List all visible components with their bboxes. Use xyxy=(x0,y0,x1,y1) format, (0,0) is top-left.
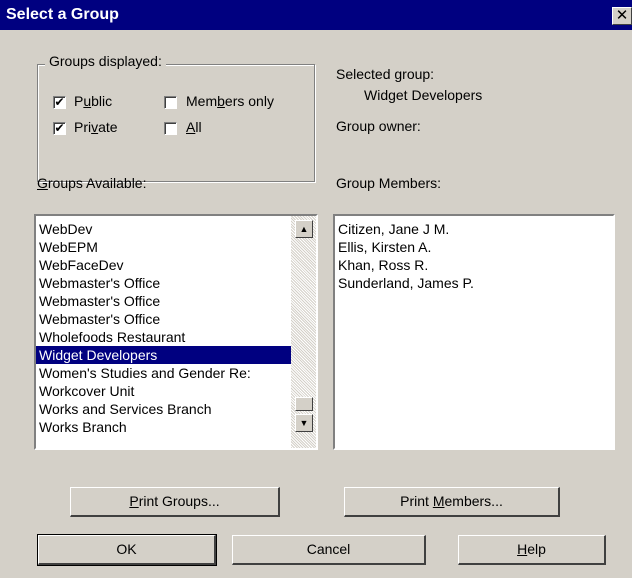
ok-button[interactable]: OK xyxy=(37,534,217,566)
member-list-item[interactable]: Ellis, Kirsten A. xyxy=(335,238,605,256)
print-groups-button[interactable]: Print Groups... xyxy=(70,487,280,517)
group-list-item[interactable]: Workcover Unit xyxy=(36,382,291,400)
all-checkbox[interactable] xyxy=(164,122,177,135)
public-checkbox[interactable]: ✔ xyxy=(53,96,66,109)
member-list-item[interactable]: Sunderland, James P. xyxy=(335,274,605,292)
check-icon: ✔ xyxy=(54,121,65,135)
group-members-label: Group Members: xyxy=(336,175,442,191)
private-label[interactable]: Private xyxy=(74,119,118,135)
scroll-down-button[interactable]: ▼ xyxy=(295,414,313,432)
members-only-label[interactable]: Members only xyxy=(186,93,274,109)
group-list-item[interactable]: Webmaster's Office xyxy=(36,310,291,328)
title-bar[interactable]: Select a Group xyxy=(0,0,632,30)
members-only-checkbox[interactable] xyxy=(164,96,177,109)
all-label[interactable]: All xyxy=(186,119,202,135)
group-list-item[interactable]: Webmaster's Office xyxy=(36,274,291,292)
groups-scrollbar[interactable]: ▲ ▼ xyxy=(291,216,316,448)
group-list-item[interactable]: Works and Services Branch xyxy=(36,400,291,418)
member-list-item[interactable]: Citizen, Jane J M. xyxy=(335,220,605,238)
group-list-item[interactable]: WebEPM xyxy=(36,238,291,256)
selected-group-value: Widget Developers xyxy=(364,87,483,103)
cancel-button[interactable]: Cancel xyxy=(232,535,426,565)
close-icon: ✕ xyxy=(615,7,629,24)
group-list-item[interactable]: WebDev xyxy=(36,220,291,238)
close-button[interactable]: ✕ xyxy=(612,7,632,25)
group-list-item[interactable]: Women's Studies and Gender Re: xyxy=(36,364,291,382)
groups-available-label: Groups Available: xyxy=(37,175,147,191)
member-list-item[interactable]: Khan, Ross R. xyxy=(335,256,605,274)
selected-group-label: Selected group: xyxy=(336,66,435,82)
group-list-item[interactable]: Wholefoods Restaurant xyxy=(36,328,291,346)
scroll-up-button[interactable]: ▲ xyxy=(295,220,313,238)
private-checkbox[interactable]: ✔ xyxy=(53,122,66,135)
group-owner-label: Group owner: xyxy=(336,118,421,134)
groups-list-items: WebDev WebEPM WebFaceDev Webmaster's Office… xyxy=(36,220,291,436)
print-members-button[interactable]: Print Members... xyxy=(344,487,560,517)
public-label[interactable]: Public xyxy=(74,93,112,109)
group-members-list[interactable]: Citizen, Jane J M. Ellis, Kirsten A. Khan,… xyxy=(333,214,615,450)
help-button[interactable]: Help xyxy=(458,535,606,565)
groups-available-list[interactable]: WebDev WebEPM WebFaceDev Webmaster's Office… xyxy=(34,214,318,450)
window-title: Select a Group xyxy=(6,6,119,23)
groups-displayed-legend: Groups displayed: xyxy=(45,53,166,69)
scroll-up-arrow-icon: ▲ xyxy=(299,224,309,234)
group-list-item[interactable]: WebFaceDev xyxy=(36,256,291,274)
check-icon: ✔ xyxy=(54,95,65,109)
scroll-thumb[interactable] xyxy=(295,397,313,411)
group-list-item[interactable]: Webmaster's Office xyxy=(36,292,291,310)
scroll-down-arrow-icon: ▼ xyxy=(299,418,309,428)
group-list-item[interactable]: Works Branch xyxy=(36,418,291,436)
group-list-item[interactable]: Widget Developers xyxy=(36,346,291,364)
members-list-items: Citizen, Jane J M. Ellis, Kirsten A. Khan,… xyxy=(335,220,605,292)
